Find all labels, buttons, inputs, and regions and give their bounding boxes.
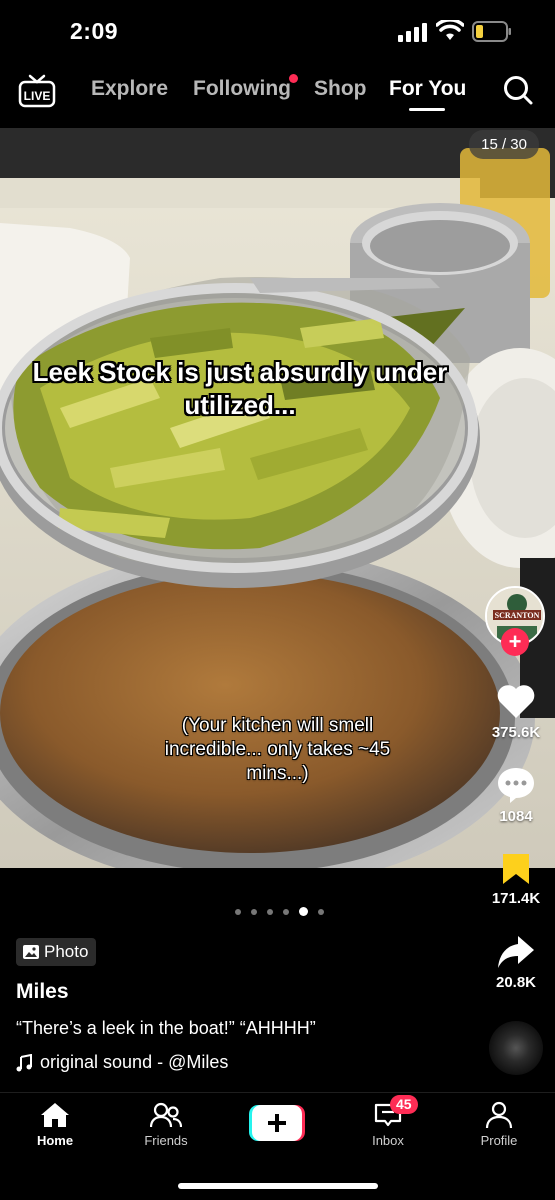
photo-counter: 15 / 30 — [469, 130, 539, 159]
active-tab-indicator — [409, 108, 445, 111]
nav-home[interactable]: Home — [15, 1101, 95, 1148]
post-photo[interactable]: 15 / 30 Leek Stock is just absurdly unde… — [0, 128, 555, 868]
share-count: 20.8K — [495, 974, 537, 991]
photo-badge: Photo — [16, 938, 97, 966]
follow-button[interactable]: + — [501, 628, 529, 656]
bookmark-icon — [503, 854, 529, 884]
live-label: LIVE — [24, 89, 51, 103]
carousel-dot-active — [299, 907, 308, 917]
share-arrow-icon — [498, 936, 534, 968]
caption-main: Leek Stock is just absurdly under utiliz… — [32, 357, 448, 420]
comment-count: 1084 — [499, 808, 533, 825]
sound-label: original sound - @Miles — [40, 1052, 229, 1072]
heart-icon — [497, 685, 535, 718]
inbox-badge: 45 — [390, 1095, 418, 1114]
carousel-dot — [267, 908, 273, 915]
comment-button[interactable]: 1084 — [485, 766, 547, 825]
nav-friends-label: Friends — [144, 1133, 188, 1148]
image-icon — [23, 945, 39, 959]
avatar-text: SCRANTON — [495, 611, 540, 620]
save-button[interactable]: 171.4K — [485, 852, 547, 907]
carousel-dot — [318, 908, 324, 915]
carousel-dot — [251, 908, 257, 915]
status-time: 2:09 — [70, 18, 119, 44]
music-note-icon — [16, 1053, 32, 1071]
like-button[interactable]: 375.6K — [485, 684, 547, 741]
photo-badge-label: Photo — [44, 942, 89, 961]
tab-shop[interactable]: Shop — [314, 77, 367, 101]
wifi-icon — [436, 20, 464, 40]
like-count: 375.6K — [491, 724, 541, 741]
following-notification-dot — [289, 74, 298, 83]
carousel-dot — [283, 908, 289, 915]
music-disc-icon[interactable] — [489, 1021, 543, 1075]
tab-for-you[interactable]: For You — [389, 77, 466, 101]
create-plus-button[interactable] — [249, 1105, 305, 1141]
carousel-dots — [235, 903, 334, 917]
author-name[interactable]: Miles — [16, 980, 69, 1004]
tab-following[interactable]: Following — [193, 77, 291, 101]
status-bar: 2:09 — [0, 0, 555, 64]
carousel-dot — [235, 908, 241, 915]
nav-home-label: Home — [36, 1133, 74, 1148]
live-icon[interactable]: LIVE — [18, 74, 56, 108]
tab-explore[interactable]: Explore — [91, 77, 168, 101]
nav-inbox-label: Inbox — [372, 1133, 404, 1148]
sound-link[interactable]: original sound - @Miles — [16, 1052, 228, 1073]
nav-profile-label: Profile — [480, 1133, 518, 1148]
home-indicator — [178, 1183, 378, 1189]
share-button[interactable]: 20.8K — [485, 934, 547, 991]
nav-profile[interactable]: Profile — [459, 1101, 539, 1148]
cellular-signal-icon — [398, 23, 427, 42]
post-description[interactable]: “There’s a leek in the boat!” “AHHHH” — [16, 1018, 316, 1039]
top-nav: LIVE Explore Following Shop For You — [0, 64, 555, 128]
home-icon — [41, 1103, 69, 1127]
save-count: 171.4K — [491, 890, 541, 907]
battery-icon — [472, 21, 511, 42]
profile-icon — [485, 1101, 513, 1129]
friends-icon — [150, 1102, 182, 1128]
comment-icon — [498, 768, 534, 803]
search-icon[interactable] — [502, 74, 534, 106]
nav-friends[interactable]: Friends — [126, 1101, 206, 1148]
caption-sub: (Your kitchen will smell incredible... o… — [164, 715, 391, 784]
